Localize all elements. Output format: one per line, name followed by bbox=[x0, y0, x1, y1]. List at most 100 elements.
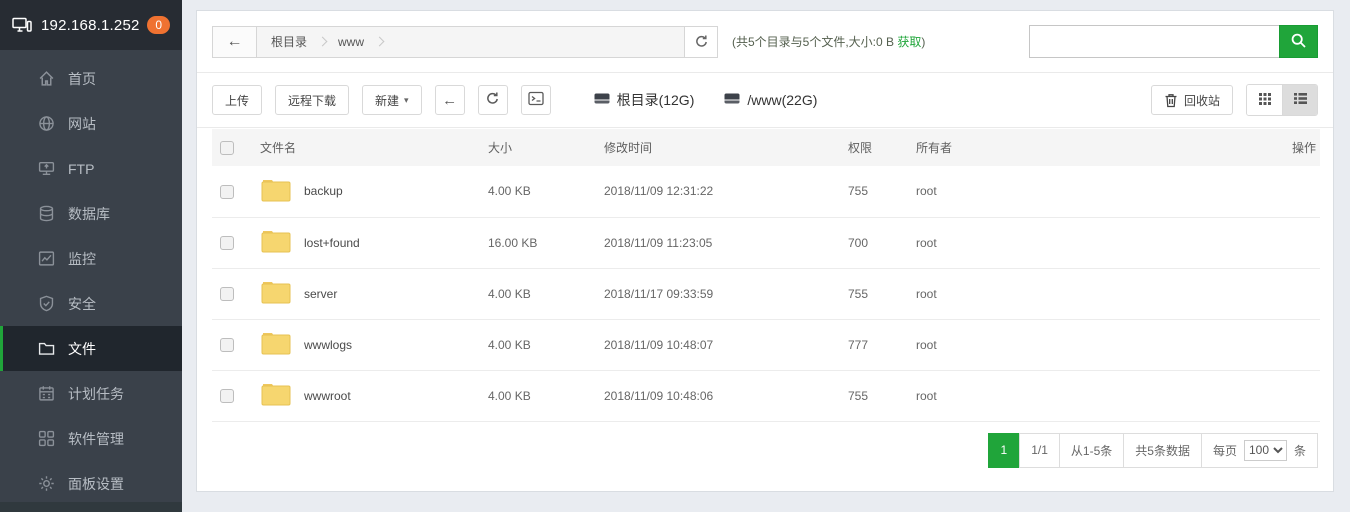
file-actions bbox=[1250, 370, 1320, 421]
refresh-button[interactable] bbox=[478, 85, 508, 115]
file-size: 4.00 KB bbox=[480, 166, 596, 217]
shield-icon bbox=[38, 295, 55, 312]
sidebar-item-label: 面板设置 bbox=[68, 474, 124, 494]
caret-down-icon: ▾ bbox=[404, 95, 409, 106]
row-checkbox[interactable] bbox=[220, 185, 234, 199]
sidebar-item-sites[interactable]: 网站 bbox=[0, 101, 182, 146]
sidebar-menu: 首页 网站 FTP 数据库 监控 安全 bbox=[0, 50, 182, 506]
file-owner: root bbox=[908, 268, 1250, 319]
folder-icon bbox=[38, 340, 55, 357]
sidebar-item-config[interactable]: 面板设置 bbox=[0, 461, 182, 506]
view-toggle bbox=[1246, 84, 1318, 116]
back-button[interactable]: ← bbox=[435, 85, 465, 115]
sidebar-item-soft[interactable]: 软件管理 bbox=[0, 416, 182, 461]
main-area: ← 根目录 www (共5个目录与5个文件,大小:0 B 获取) bbox=[182, 0, 1350, 512]
total-indicator: 共5条数据 bbox=[1123, 433, 1202, 468]
sidebar-item-monitor[interactable]: 监控 bbox=[0, 236, 182, 281]
col-header-name[interactable]: 文件名 bbox=[252, 129, 480, 166]
sidebar-item-label: 网站 bbox=[68, 114, 96, 134]
panel-host-header: 192.168.1.252 0 bbox=[0, 0, 182, 50]
file-entry[interactable]: wwwlogs bbox=[260, 330, 472, 359]
sidebar-item-label: 数据库 bbox=[68, 204, 110, 224]
back-arrow-icon[interactable]: ← bbox=[213, 27, 257, 57]
file-size: 16.00 KB bbox=[480, 217, 596, 268]
col-header-size[interactable]: 大小 bbox=[480, 129, 596, 166]
sidebar-item-label: 文件 bbox=[68, 339, 96, 359]
recycle-bin-button[interactable]: 回收站 bbox=[1151, 85, 1233, 115]
file-mtime: 2018/11/09 12:31:22 bbox=[596, 166, 840, 217]
file-name: wwwlogs bbox=[304, 338, 352, 352]
file-mtime: 2018/11/09 10:48:06 bbox=[596, 370, 840, 421]
table-row[interactable]: lost+found 16.00 KB 2018/11/09 11:23:05 … bbox=[212, 217, 1320, 268]
file-size: 4.00 KB bbox=[480, 268, 596, 319]
file-mtime: 2018/11/09 11:23:05 bbox=[596, 217, 840, 268]
page-indicator: 1/1 bbox=[1019, 433, 1060, 468]
grid-view-icon bbox=[1258, 92, 1272, 109]
search-box bbox=[1029, 25, 1318, 58]
file-name: backup bbox=[304, 184, 343, 198]
table-row[interactable]: backup 4.00 KB 2018/11/09 12:31:22 755 r… bbox=[212, 166, 1320, 217]
file-entry[interactable]: backup bbox=[260, 177, 472, 206]
remote-download-button[interactable]: 远程下载 bbox=[275, 85, 349, 115]
row-checkbox[interactable] bbox=[220, 236, 234, 250]
breadcrumb-root[interactable]: 根目录 bbox=[271, 33, 307, 50]
col-header-perm: 权限 bbox=[840, 129, 908, 166]
row-checkbox[interactable] bbox=[220, 287, 234, 301]
sidebar-item-label: 计划任务 bbox=[68, 384, 124, 404]
col-header-mtime[interactable]: 修改时间 bbox=[596, 129, 840, 166]
grid-view-button[interactable] bbox=[1247, 85, 1282, 115]
list-view-icon bbox=[1293, 92, 1308, 108]
file-perm: 700 bbox=[840, 217, 908, 268]
per-page-cell: 每页 100 条 bbox=[1201, 433, 1318, 468]
sidebar-item-files[interactable]: 文件 bbox=[0, 326, 182, 371]
row-checkbox[interactable] bbox=[220, 389, 234, 403]
file-mtime: 2018/11/17 09:33:59 bbox=[596, 268, 840, 319]
breadcrumb-trail: 根目录 www bbox=[257, 27, 684, 57]
sidebar-item-cron[interactable]: 计划任务 bbox=[0, 371, 182, 416]
disk-link-www[interactable]: /www(22G) bbox=[724, 91, 817, 109]
sidebar-item-security[interactable]: 安全 bbox=[0, 281, 182, 326]
row-checkbox[interactable] bbox=[220, 338, 234, 352]
sidebar-item-ftp[interactable]: FTP bbox=[0, 146, 182, 191]
message-count-badge[interactable]: 0 bbox=[147, 16, 170, 34]
table-header-row: 文件名 大小 修改时间 权限 所有者 操作 bbox=[212, 129, 1320, 166]
col-header-owner: 所有者 bbox=[908, 129, 1250, 166]
file-entry[interactable]: wwwroot bbox=[260, 381, 472, 410]
list-view-button[interactable] bbox=[1282, 85, 1317, 115]
terminal-button[interactable] bbox=[521, 85, 551, 115]
search-button[interactable] bbox=[1279, 25, 1318, 58]
globe-icon bbox=[38, 115, 55, 132]
file-mtime: 2018/11/09 10:48:07 bbox=[596, 319, 840, 370]
disk-link-root[interactable]: 根目录(12G) bbox=[594, 90, 695, 110]
table-row[interactable]: wwwroot 4.00 KB 2018/11/09 10:48:06 755 … bbox=[212, 370, 1320, 421]
upload-button[interactable]: 上传 bbox=[212, 85, 262, 115]
get-size-link[interactable]: 获取 bbox=[897, 35, 921, 49]
file-perm: 755 bbox=[840, 370, 908, 421]
file-entry[interactable]: server bbox=[260, 279, 472, 308]
per-page-select[interactable]: 100 bbox=[1244, 440, 1287, 461]
file-actions bbox=[1250, 268, 1320, 319]
breadcrumb-current[interactable]: www bbox=[338, 35, 364, 49]
select-all-checkbox[interactable] bbox=[220, 141, 234, 155]
sidebar-item-home[interactable]: 首页 bbox=[0, 56, 182, 101]
refresh-path-icon[interactable] bbox=[684, 27, 717, 57]
file-owner: root bbox=[908, 166, 1250, 217]
file-entry[interactable]: lost+found bbox=[260, 228, 472, 257]
search-input[interactable] bbox=[1029, 25, 1279, 58]
refresh-icon bbox=[485, 91, 500, 109]
file-perm: 777 bbox=[840, 319, 908, 370]
chevron-icon bbox=[318, 37, 328, 47]
search-icon bbox=[1290, 32, 1307, 52]
page-button-1[interactable]: 1 bbox=[988, 433, 1021, 468]
chevron-icon bbox=[375, 37, 385, 47]
table-row[interactable]: server 4.00 KB 2018/11/17 09:33:59 755 r… bbox=[212, 268, 1320, 319]
calendar-icon bbox=[38, 385, 55, 402]
sidebar-item-database[interactable]: 数据库 bbox=[0, 191, 182, 236]
hdd-icon bbox=[594, 91, 610, 109]
trash-icon bbox=[1164, 93, 1178, 108]
dir-stats: (共5个目录与5个文件,大小:0 B 获取) bbox=[732, 33, 925, 50]
chart-icon bbox=[38, 250, 55, 267]
table-row[interactable]: wwwlogs 4.00 KB 2018/11/09 10:48:07 777 … bbox=[212, 319, 1320, 370]
new-dropdown-button[interactable]: 新建 ▾ bbox=[362, 85, 422, 115]
range-indicator: 从1-5条 bbox=[1059, 433, 1124, 468]
